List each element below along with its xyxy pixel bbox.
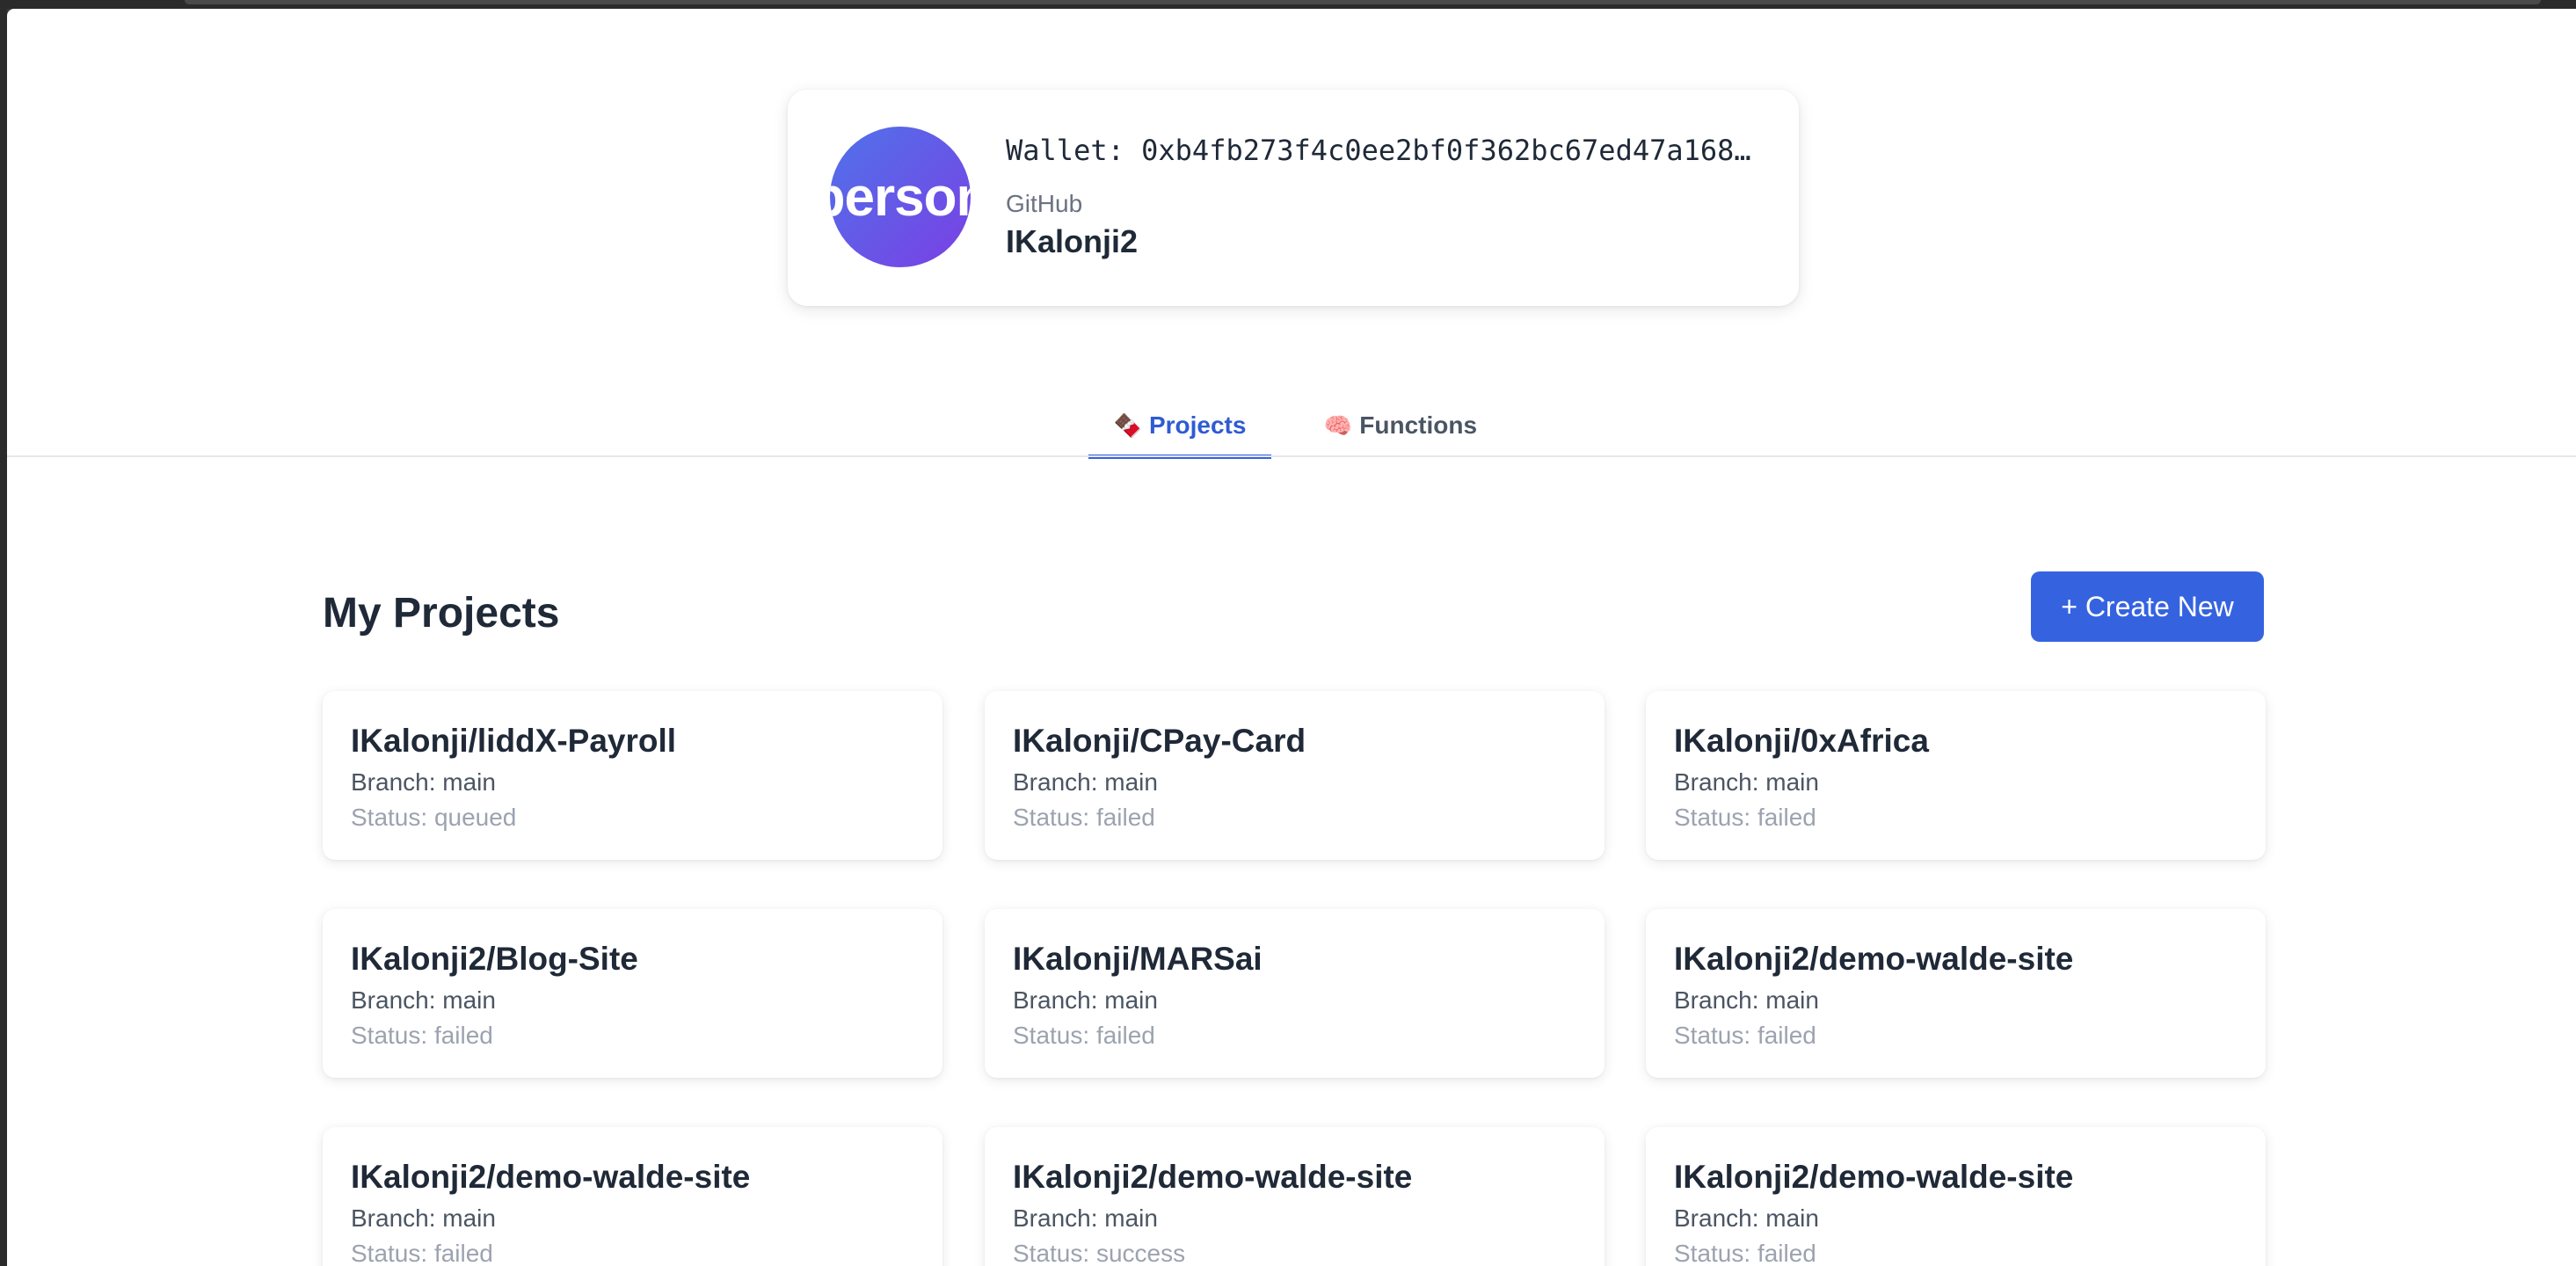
- project-name: IKalonji2/Blog-Site: [351, 941, 638, 977]
- project-branch: Branch: main: [351, 768, 496, 796]
- project-name: IKalonji/0xAfrica: [1674, 723, 1929, 759]
- tab-functions-label: Functions: [1359, 411, 1478, 439]
- project-name: IKalonji2/demo-walde-site: [351, 1159, 751, 1195]
- project-branch: Branch: main: [1674, 1204, 1819, 1232]
- project-status: Status: failed: [1013, 1022, 1155, 1049]
- browser-top-edge: [0, 0, 2576, 9]
- profile-card: person Wallet: 0xb4fb273f4c0ee2bf0f362bc…: [788, 90, 1799, 306]
- tab-projects-label: Projects: [1148, 411, 1247, 439]
- github-username: IKalonji2: [1006, 223, 1139, 259]
- avatar: person: [830, 127, 971, 267]
- project-card[interactable]: IKalonji/0xAfrica Branch: main Status: f…: [1646, 691, 2266, 860]
- project-card[interactable]: IKalonji2/demo-walde-site Branch: main S…: [323, 1127, 942, 1266]
- project-name: IKalonji2/demo-walde-site: [1013, 1159, 1413, 1195]
- chocolate-icon: 🍫: [1113, 411, 1142, 439]
- window-left-edge: [0, 0, 7, 1266]
- project-card[interactable]: IKalonji2/demo-walde-site Branch: main S…: [1646, 1127, 2266, 1266]
- wallet-address: Wallet: 0xb4fb273f4c0ee2bf0f362bc67ed47a…: [1006, 134, 1751, 167]
- project-status: Status: failed: [1674, 1022, 1816, 1049]
- project-branch: Branch: main: [1674, 768, 1819, 796]
- project-branch: Branch: main: [1013, 986, 1158, 1014]
- project-branch: Branch: main: [351, 986, 496, 1014]
- tab-functions[interactable]: 🧠 Functions: [1321, 396, 1480, 455]
- project-card[interactable]: IKalonji/CPay-Card Branch: main Status: …: [985, 691, 1605, 860]
- project-branch: Branch: main: [1013, 768, 1158, 796]
- brain-icon: 🧠: [1323, 411, 1353, 439]
- project-name: IKalonji/liddX-Payroll: [351, 723, 677, 759]
- project-card[interactable]: IKalonji2/demo-walde-site Branch: main S…: [1646, 909, 2266, 1078]
- project-status: Status: failed: [1674, 804, 1816, 831]
- create-new-button[interactable]: + Create New: [2031, 571, 2264, 642]
- project-name: IKalonji/CPay-Card: [1013, 723, 1306, 759]
- tabs-divider: [7, 455, 2576, 457]
- github-label: GitHub: [1006, 190, 1083, 217]
- project-name: IKalonji2/demo-walde-site: [1674, 1159, 2074, 1195]
- project-name: IKalonji/MARSai: [1013, 941, 1263, 977]
- tab-projects[interactable]: 🍫 Projects: [1088, 396, 1271, 459]
- project-card[interactable]: IKalonji/MARSai Branch: main Status: fai…: [985, 909, 1605, 1078]
- project-branch: Branch: main: [351, 1204, 496, 1232]
- project-branch: Branch: main: [1674, 986, 1819, 1014]
- section-title: My Projects: [323, 590, 560, 637]
- project-status: Status: failed: [1674, 1240, 1816, 1266]
- project-card[interactable]: IKalonji2/Blog-Site Branch: main Status:…: [323, 909, 942, 1078]
- project-status: Status: failed: [351, 1240, 493, 1266]
- project-card[interactable]: IKalonji2/demo-walde-site Branch: main S…: [985, 1127, 1605, 1266]
- project-status: Status: success: [1013, 1240, 1186, 1266]
- project-branch: Branch: main: [1013, 1204, 1158, 1232]
- project-card[interactable]: IKalonji/liddX-Payroll Branch: main Stat…: [323, 691, 942, 860]
- project-name: IKalonji2/demo-walde-site: [1674, 941, 2074, 977]
- project-status: Status: failed: [1013, 804, 1155, 831]
- project-status: Status: queued: [351, 804, 517, 831]
- browser-top-strip: [185, 0, 2541, 4]
- avatar-placeholder-text: person: [830, 166, 971, 228]
- dashboard-page: person Wallet: 0xb4fb273f4c0ee2bf0f362bc…: [7, 9, 2576, 1266]
- project-status: Status: failed: [351, 1022, 493, 1049]
